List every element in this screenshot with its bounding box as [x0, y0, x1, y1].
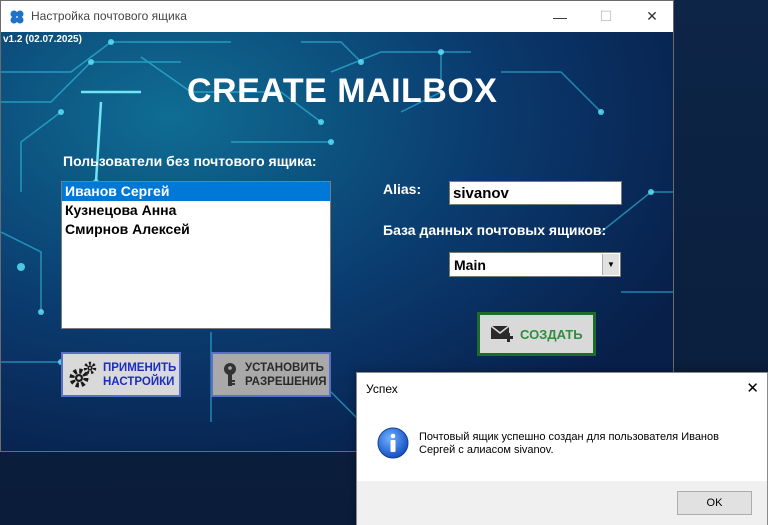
- perm-label-line-1: УСТАНОВИТЬ: [245, 361, 324, 374]
- dialog-title: Успех: [366, 382, 398, 396]
- version-label: v1.2 (02.07.2025): [3, 34, 82, 45]
- alias-input[interactable]: [449, 181, 622, 205]
- app-icon: [10, 10, 24, 24]
- database-selected-value: Main: [454, 257, 486, 273]
- apply-settings-button[interactable]: ПРИМЕНИТЬ НАСТРОЙКИ: [61, 352, 181, 397]
- window-title: Настройка почтового ящика: [31, 9, 187, 23]
- set-permissions-button[interactable]: УСТАНОВИТЬ РАЗРЕШЕНИЯ: [211, 352, 331, 397]
- page-title: CREATE MAILBOX: [187, 72, 498, 110]
- alias-label: Alias:: [383, 181, 422, 197]
- apply-label-line-1: ПРИМЕНИТЬ: [103, 361, 177, 374]
- success-dialog: Успех ✕ Почтовый ящик успешно создан для…: [356, 372, 768, 525]
- database-dropdown[interactable]: Main ▼: [449, 252, 621, 277]
- close-button[interactable]: ✕: [629, 1, 673, 32]
- dialog-footer: OK: [357, 481, 767, 525]
- dialog-message: Почтовый ящик успешно создан для пользов…: [419, 431, 719, 456]
- desktop: Настройка почтового ящика — ☐ ✕ v1.2 (02…: [0, 0, 768, 525]
- info-icon: [377, 427, 409, 459]
- users-listbox[interactable]: Иванов Сергей Кузнецова Анна Смирнов Але…: [61, 181, 331, 329]
- database-label: База данных почтовых ящиков:: [383, 222, 607, 238]
- ok-button[interactable]: OK: [677, 491, 752, 515]
- dialog-title-bar[interactable]: Успех ✕: [357, 373, 767, 403]
- mail-add-icon: [490, 325, 513, 342]
- list-item[interactable]: Смирнов Алексей: [62, 220, 330, 239]
- list-item[interactable]: Иванов Сергей: [62, 182, 330, 201]
- create-button-label: СОЗДАТЬ: [520, 326, 583, 342]
- create-button[interactable]: СОЗДАТЬ: [477, 312, 596, 356]
- minimize-button[interactable]: —: [537, 1, 583, 32]
- list-item[interactable]: Кузнецова Анна: [62, 201, 330, 220]
- key-icon: [224, 362, 236, 386]
- dropdown-arrow-icon[interactable]: ▼: [602, 254, 619, 275]
- dialog-body: Почтовый ящик успешно создан для пользов…: [357, 403, 767, 481]
- perm-label-line-2: РАЗРЕШЕНИЯ: [245, 375, 327, 388]
- title-bar[interactable]: Настройка почтового ящика — ☐ ✕: [1, 1, 673, 32]
- set-permissions-label: УСТАНОВИТЬ РАЗРЕШЕНИЯ: [245, 361, 327, 389]
- apply-label-line-2: НАСТРОЙКИ: [103, 375, 175, 388]
- gears-icon: [69, 361, 97, 387]
- maximize-button[interactable]: ☐: [583, 1, 629, 32]
- users-list-label: Пользователи без почтового ящика:: [63, 153, 317, 169]
- dialog-close-button[interactable]: ✕: [746, 379, 759, 397]
- apply-settings-label: ПРИМЕНИТЬ НАСТРОЙКИ: [103, 361, 176, 389]
